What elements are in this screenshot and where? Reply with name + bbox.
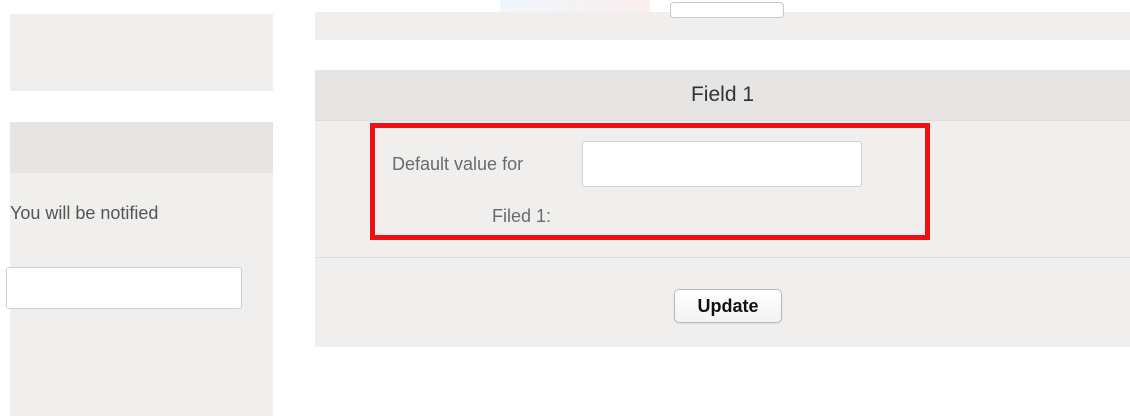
left-panel-header bbox=[10, 122, 273, 173]
highlight-box bbox=[370, 123, 930, 240]
field-panel: Field 1 Default value for Filed 1: Updat… bbox=[315, 70, 1130, 347]
left-text-input[interactable] bbox=[6, 267, 242, 309]
left-panel: You will be notified bbox=[6, 122, 273, 416]
left-top-panel bbox=[10, 14, 273, 91]
section-divider bbox=[315, 257, 1130, 258]
field-header: Field 1 bbox=[315, 70, 1130, 121]
right-top-panel bbox=[315, 2, 1130, 40]
notification-text: You will be notified bbox=[10, 203, 159, 223]
update-button[interactable]: Update bbox=[674, 289, 782, 323]
top-button[interactable] bbox=[670, 2, 784, 18]
